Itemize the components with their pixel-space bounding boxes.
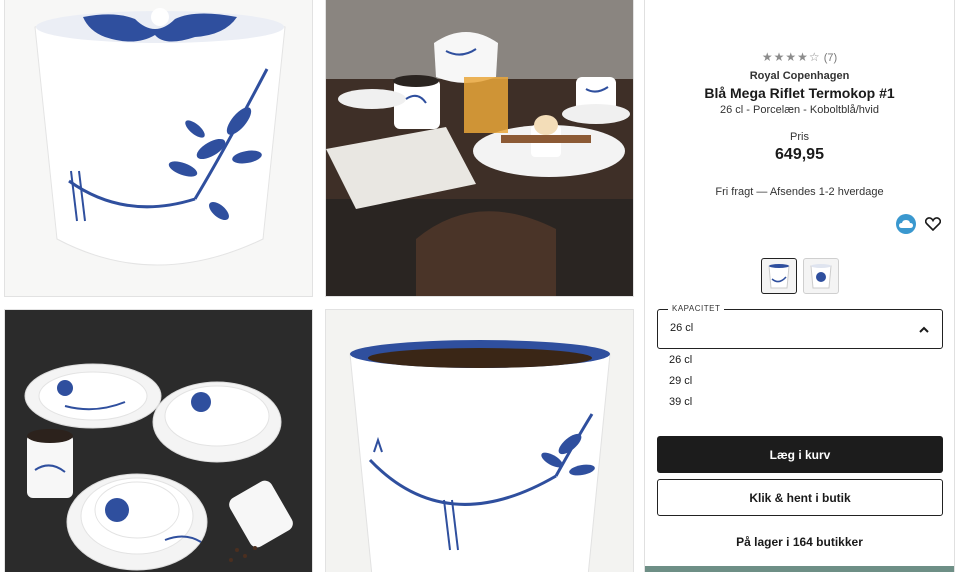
product-subtitle: 26 cl - Porcelæn - Koboltblå/hvid <box>720 104 879 116</box>
table-scene-image <box>326 0 633 296</box>
chevron-up-icon[interactable] <box>917 323 931 337</box>
product-title: Blå Mega Riflet Termokop #1 <box>704 85 895 101</box>
star-rating-icon: ★★★★☆ <box>761 50 821 64</box>
heart-icon[interactable] <box>924 215 942 233</box>
capacity-option[interactable]: 29 cl <box>669 371 692 392</box>
product-info-panel: ★★★★☆ (7) Royal Copenhagen Blå Mega Rifl… <box>644 0 955 572</box>
shipping-info: Fri fragt — Afsendes 1-2 hverdage <box>715 186 884 198</box>
cup-coffee-image <box>349 340 611 572</box>
click-and-collect-button[interactable]: Klik & hent i butik <box>657 479 943 516</box>
gallery-image-tableware-set[interactable] <box>4 309 313 572</box>
variant-thumbnail-2[interactable] <box>802 258 839 294</box>
capacity-option[interactable]: 26 cl <box>669 350 692 371</box>
capacity-option[interactable]: 39 cl <box>669 392 692 413</box>
tableware-image <box>24 363 293 571</box>
gallery-image-breakfast-table[interactable] <box>325 0 634 297</box>
brand-name[interactable]: Royal Copenhagen <box>645 70 954 82</box>
gallery-image-cup-closeup[interactable] <box>4 0 313 297</box>
add-to-cart-button[interactable]: Læg i kurv <box>657 436 943 473</box>
product-gallery <box>0 0 640 572</box>
product-icons <box>896 214 942 234</box>
gallery-image-cup-coffee[interactable] <box>325 309 634 572</box>
variant-thumbnails <box>645 258 954 294</box>
capacity-select[interactable]: KAPACITET 26 cl <box>657 304 943 349</box>
product-page: ★★★★☆ (7) Royal Copenhagen Blå Mega Rifl… <box>0 0 960 572</box>
product-rating[interactable]: ★★★★☆ (7) <box>645 50 954 64</box>
price-label: Pris <box>790 131 809 143</box>
product-price: 649,95 <box>775 146 824 163</box>
variant-thumbnail-1[interactable] <box>760 258 797 294</box>
capacity-label: KAPACITET <box>668 304 725 313</box>
capacity-options-list: 26 cl 29 cl 39 cl <box>669 350 692 413</box>
capacity-selected-value: 26 cl <box>670 322 694 334</box>
stock-availability-link[interactable]: På lager i 164 butikker <box>645 535 954 549</box>
cloud-badge-icon[interactable] <box>896 214 916 234</box>
cup-image <box>34 8 286 266</box>
bottom-accent-bar <box>645 566 954 572</box>
rating-count: (7) <box>823 52 838 64</box>
